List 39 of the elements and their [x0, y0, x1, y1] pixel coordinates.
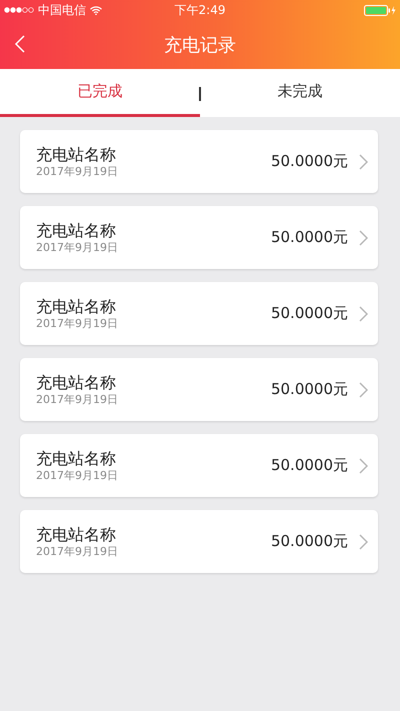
chevron-icon [359, 382, 368, 398]
chevron-icon [359, 458, 368, 474]
record-date: 2017年9月19日 [36, 241, 119, 254]
amount: 50.0000元 [270, 304, 348, 323]
record-date: 2017年9月19日 [36, 317, 119, 330]
signal-icon [4, 7, 34, 13]
record-card[interactable]: 充电站名称 2017年9月19日 50.0000元 [20, 206, 378, 269]
battery-icon [364, 4, 396, 16]
chevron-icon [359, 306, 368, 322]
back-button[interactable] [14, 34, 26, 54]
status-time: 下午2:49 [174, 2, 226, 18]
record-date: 2017年9月19日 [36, 165, 119, 178]
amount: 50.0000元 [270, 228, 348, 247]
station-name: 充电站名称 [36, 145, 117, 165]
chevron-icon [359, 230, 368, 246]
wifi-icon [90, 6, 102, 14]
record-card[interactable]: 充电站名称 2017年9月19日 50.0000元 [20, 510, 378, 573]
record-card[interactable]: 充电站名称 2017年9月19日 50.0000元 [20, 130, 378, 193]
station-name: 充电站名称 [36, 449, 117, 469]
amount: 50.0000元 [270, 456, 348, 475]
record-date: 2017年9月19日 [36, 469, 119, 482]
chevron-icon [359, 154, 368, 170]
record-date: 2017年9月19日 [36, 545, 119, 558]
record-card[interactable]: 充电站名称 2017年9月19日 50.0000元 [20, 434, 378, 497]
record-card[interactable]: 充电站名称 2017年9月19日 50.0000元 [20, 358, 378, 421]
amount: 50.0000元 [270, 380, 348, 399]
tab[interactable]: 已完成 [0, 69, 200, 117]
page-title: 充电记录 [164, 34, 236, 56]
amount: 50.0000元 [270, 152, 348, 171]
record-date: 2017年9月19日 [36, 393, 119, 406]
station-name: 充电站名称 [36, 525, 117, 545]
amount: 50.0000元 [270, 532, 348, 551]
station-name: 充电站名称 [36, 221, 117, 241]
station-name: 充电站名称 [36, 297, 117, 317]
station-name: 充电站名称 [36, 373, 117, 393]
tab[interactable]: 未完成 [200, 69, 400, 117]
chevron-icon [359, 534, 368, 550]
record-card[interactable]: 充电站名称 2017年9月19日 50.0000元 [20, 282, 378, 345]
carrier-name: 中国电信 [38, 2, 86, 18]
